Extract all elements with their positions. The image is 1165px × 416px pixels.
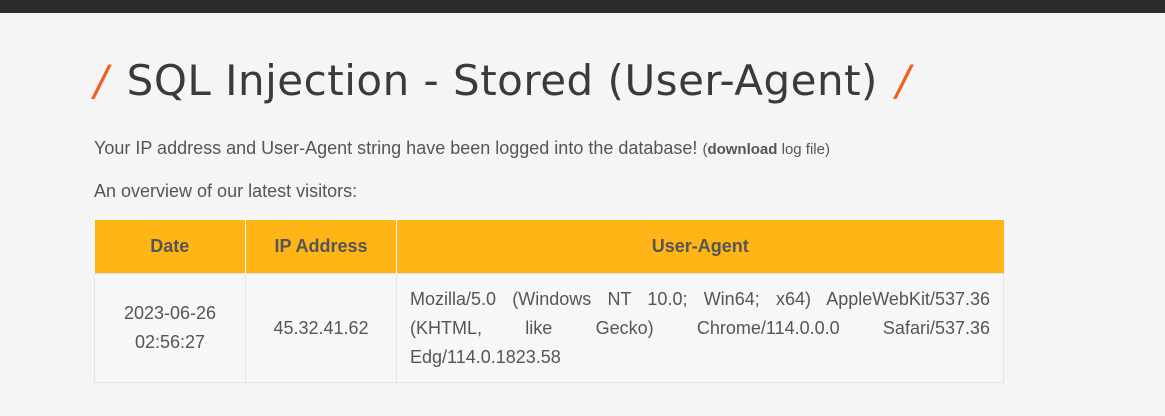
cell-ip-address: 45.32.41.62 bbox=[245, 273, 397, 383]
table-header-row: Date IP Address User-Agent bbox=[94, 220, 1004, 274]
page-title: / SQL Injection - Stored (User-Agent) / bbox=[94, 50, 1054, 112]
title-slash-left: / bbox=[94, 56, 109, 105]
header-user-agent: User-Agent bbox=[396, 220, 1004, 274]
title-slash-right: / bbox=[895, 56, 911, 105]
cell-date-day: 2023-06-26 bbox=[123, 303, 217, 323]
intro-text: Your IP address and User-Agent string ha… bbox=[94, 138, 698, 158]
download-rest: log file) bbox=[777, 141, 830, 158]
intro-paragraph: Your IP address and User-Agent string ha… bbox=[94, 135, 1054, 163]
header-date: Date bbox=[94, 220, 246, 274]
visitors-table: Date IP Address User-Agent 2023-06-26 02… bbox=[94, 220, 1004, 383]
top-bar bbox=[0, 0, 1165, 13]
cell-date: 2023-06-26 02:56:27 bbox=[94, 273, 246, 383]
table-row: 2023-06-26 02:56:27 45.32.41.62 Mozilla/… bbox=[94, 273, 1004, 383]
main-content: / SQL Injection - Stored (User-Agent) / Yo… bbox=[94, 50, 1054, 383]
page-title-text: SQL Injection - Stored (User-Agent) bbox=[126, 56, 878, 105]
cell-date-time: 02:56:27 bbox=[134, 332, 206, 352]
header-ip-address: IP Address bbox=[245, 220, 397, 274]
download-link[interactable]: download bbox=[707, 141, 777, 158]
overview-text: An overview of our latest visitors: bbox=[94, 181, 358, 201]
cell-user-agent: Mozilla/5.0 (Windows NT 10.0; Win64; x64… bbox=[396, 273, 1004, 383]
download-note: (download log file) bbox=[702, 141, 830, 158]
